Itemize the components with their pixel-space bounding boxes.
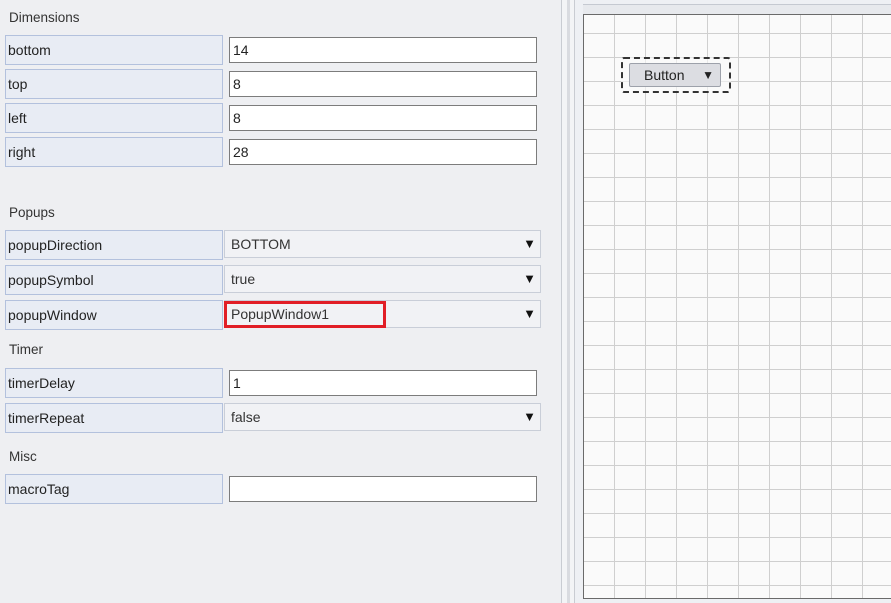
design-canvas[interactable]: Button ▼ bbox=[583, 14, 891, 599]
section-title-dimensions: Dimensions bbox=[9, 10, 80, 25]
canvas-header-bar bbox=[583, 4, 891, 14]
right-input[interactable]: 28 bbox=[229, 139, 537, 165]
popupDirection-dropdown[interactable]: BOTTOM ▼ bbox=[224, 230, 541, 258]
top-input[interactable]: 8 bbox=[229, 71, 537, 97]
property-name-timerRepeat: timerRepeat bbox=[5, 403, 223, 433]
popupDirection-value: BOTTOM bbox=[231, 236, 291, 252]
property-name-timerDelay: timerDelay bbox=[5, 368, 223, 398]
property-name-popupSymbol: popupSymbol bbox=[5, 265, 223, 295]
popupWindow-value: PopupWindow1 bbox=[231, 306, 330, 322]
property-name-top: top bbox=[5, 69, 223, 99]
button-widget[interactable]: Button ▼ bbox=[629, 63, 721, 87]
selected-button-widget[interactable]: Button ▼ bbox=[621, 57, 731, 93]
popupWindow-dropdown[interactable]: PopupWindow1 ▼ bbox=[224, 300, 541, 328]
property-name-left: left bbox=[5, 103, 223, 133]
popupSymbol-value: true bbox=[231, 271, 256, 287]
dropdown-arrow-icon[interactable]: ▼ bbox=[523, 231, 536, 257]
property-name-popupWindow: popupWindow bbox=[5, 300, 223, 330]
properties-panel: Dimensions bottom 14 top 8 left 8 right … bbox=[0, 0, 560, 603]
divider-grip[interactable] bbox=[567, 0, 570, 603]
timerRepeat-value: false bbox=[231, 409, 261, 425]
split-pane-divider[interactable] bbox=[561, 0, 575, 603]
section-title-popups: Popups bbox=[9, 205, 55, 220]
popupSymbol-dropdown[interactable]: true ▼ bbox=[224, 265, 541, 293]
property-name-popupDirection: popupDirection bbox=[5, 230, 223, 260]
popup-arrow-icon: ▼ bbox=[702, 68, 714, 82]
timerRepeat-dropdown[interactable]: false ▼ bbox=[224, 403, 541, 431]
property-name-bottom: bottom bbox=[5, 35, 223, 65]
dropdown-arrow-icon[interactable]: ▼ bbox=[523, 404, 536, 430]
left-input[interactable]: 8 bbox=[229, 105, 537, 131]
bottom-input[interactable]: 14 bbox=[229, 37, 537, 63]
dropdown-arrow-icon[interactable]: ▼ bbox=[523, 301, 536, 327]
button-widget-label: Button bbox=[644, 67, 685, 83]
macroTag-input[interactable] bbox=[229, 476, 537, 502]
dropdown-arrow-icon[interactable]: ▼ bbox=[523, 266, 536, 292]
section-title-timer: Timer bbox=[9, 342, 43, 357]
property-name-macroTag: macroTag bbox=[5, 474, 223, 504]
section-title-misc: Misc bbox=[9, 449, 37, 464]
timerDelay-input[interactable]: 1 bbox=[229, 370, 537, 396]
property-name-right: right bbox=[5, 137, 223, 167]
